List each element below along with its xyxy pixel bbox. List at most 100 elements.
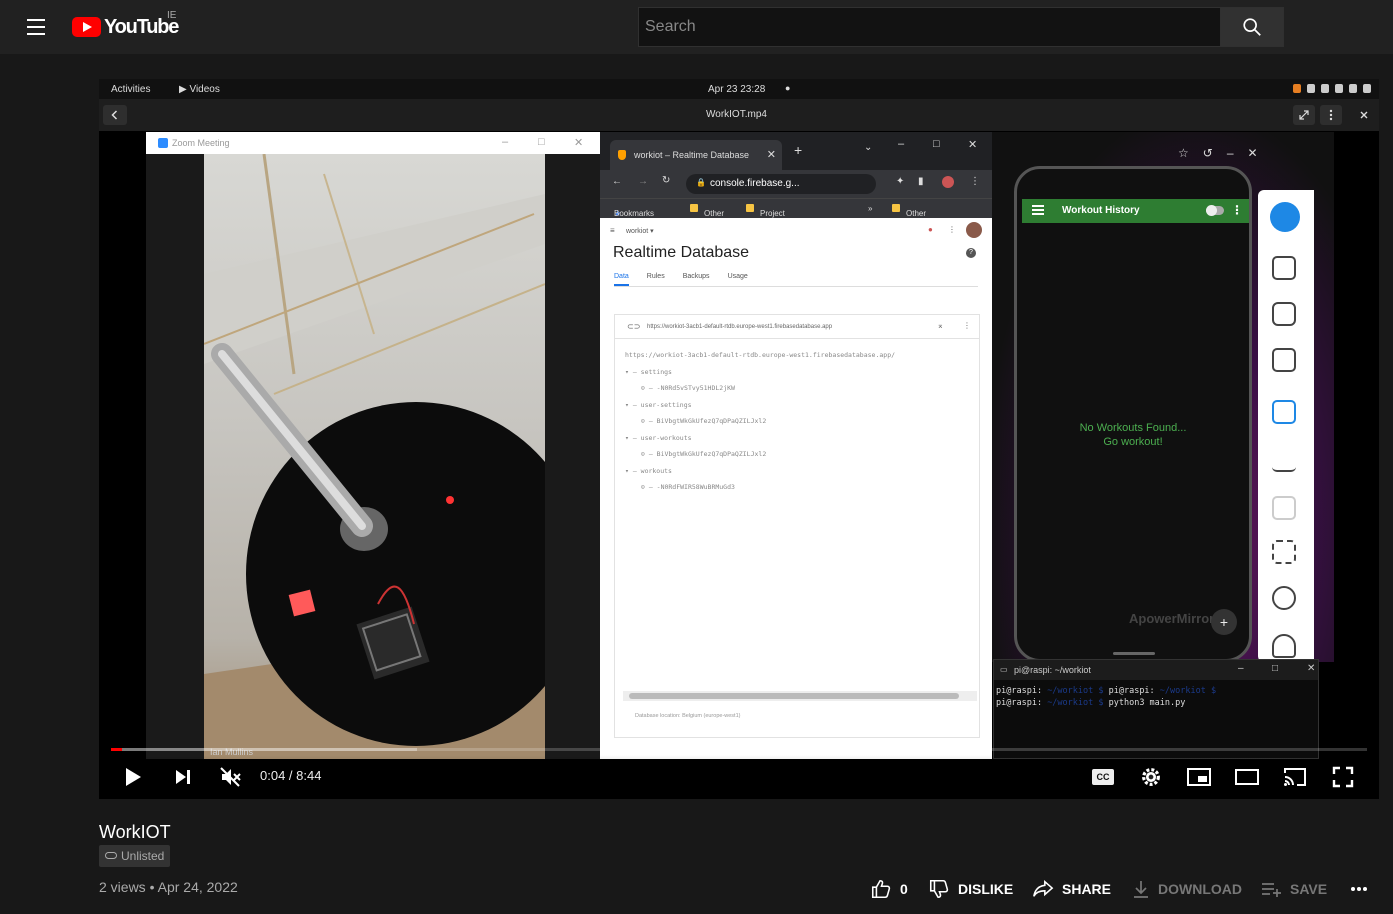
project-name: workiot ▾ <box>626 228 654 235</box>
search-button[interactable] <box>1220 7 1284 47</box>
reload-icon: ↻ <box>662 175 671 186</box>
search-input[interactable] <box>645 18 1220 36</box>
folder-icon <box>690 204 698 212</box>
tree-child-key: -N0Rd5vSTvy51HDL2jKW <box>656 384 735 392</box>
dislike-button[interactable]: DISLIKE <box>928 876 1013 902</box>
gear-icon <box>1142 768 1160 786</box>
close-icon <box>1353 105 1375 125</box>
tree-child: ⊙ — BiVbgtWkGkUfezQ7qDPaQZILJxl2 <box>641 417 767 425</box>
tab-close-icon: ✕ <box>766 149 776 161</box>
tab-backups: Backups <box>682 273 710 280</box>
youtube-logo[interactable]: YouTube <box>72 16 179 38</box>
bookmark-item: Other <box>690 204 724 218</box>
thumbs-up-icon <box>871 879 891 899</box>
back-icon <box>103 105 127 125</box>
miniplayer-icon <box>1187 768 1211 786</box>
address-bar: 🔒 console.firebase.g... <box>686 174 876 194</box>
captions-button[interactable]: CC <box>1085 761 1121 793</box>
tree-child-key: BiVbgtWkGkUfezQ7qDPaQZILJxl2 <box>656 417 767 425</box>
unlisted-badge: Unlisted <box>99 845 171 867</box>
more-actions-button[interactable] <box>1350 876 1368 902</box>
prompt: pi@raspi: <box>996 698 1043 708</box>
close-icon: ✕ <box>1307 663 1316 674</box>
meta-separator: • <box>149 879 155 895</box>
close-icon: ✕ <box>968 139 978 151</box>
brush-icon <box>1272 448 1296 472</box>
tree-child: ⊙ — -N0Rd5vSTvy51HDL2jKW <box>641 384 735 392</box>
database-tree: https://workiot-3acb1-default-rtdb.europ… <box>615 339 979 496</box>
wifi-icon <box>1307 84 1315 93</box>
screenshot-icon <box>1272 302 1296 326</box>
download-button[interactable]: DOWNLOAD <box>1132 876 1242 902</box>
zoom-title: Zoom Meeting <box>172 138 230 148</box>
settings-icon <box>1272 586 1296 610</box>
add-workout-fab: + <box>1211 609 1237 635</box>
bluetooth-icon <box>1321 84 1329 93</box>
record-icon <box>1272 348 1296 372</box>
prompt: pi@raspi: <box>996 686 1043 696</box>
desktop-top-bar: Activities ▶ Videos Apr 23 23:28 ● <box>99 79 1379 99</box>
more-icon: ⋮ <box>963 321 971 330</box>
divider <box>614 286 978 287</box>
miniplayer-button[interactable] <box>1181 761 1217 793</box>
progress-loaded <box>111 748 418 751</box>
link-icon <box>105 852 117 859</box>
drawer-menu-icon <box>1032 205 1044 215</box>
terminal-line: pi@raspi: ~/workiot $ python3 main.py <box>996 698 1186 708</box>
extensions-icon: ✦ <box>896 176 905 187</box>
command: python3 main.py <box>1108 698 1186 708</box>
tree-node: ▾ — settings <box>625 367 672 376</box>
fullscreen-button[interactable] <box>1325 761 1361 793</box>
tab-usage: Usage <box>727 273 748 280</box>
search-icon <box>1243 18 1261 36</box>
tree-key: settings <box>640 367 672 376</box>
menu-icon: ≡ <box>610 226 615 235</box>
video-player[interactable]: Activities ▶ Videos Apr 23 23:28 ● WorkI… <box>99 79 1379 799</box>
download-icon <box>1134 881 1148 898</box>
close-icon: ✕ <box>574 137 584 149</box>
battery-icon <box>1363 84 1371 93</box>
dislike-label: DISLIKE <box>958 881 1014 897</box>
terminal-titlebar: ▭ pi@raspi: ~/workiot – □ ✕ <box>994 660 1318 680</box>
zoom-window: Zoom Meeting – □ ✕ Ian Mullins <box>146 132 600 759</box>
settings-button[interactable] <box>1133 761 1169 793</box>
toggle-switch <box>1206 205 1224 216</box>
bookmark-label: Other <box>704 209 725 218</box>
expand-icon <box>1272 256 1296 280</box>
terminal-icon: ▭ <box>1000 665 1008 674</box>
save-button[interactable]: SAVE <box>1260 876 1327 902</box>
mirror-toolbar <box>1258 190 1314 662</box>
crop-icon <box>1272 540 1296 564</box>
next-button[interactable] <box>165 761 201 793</box>
like-button[interactable]: 0 <box>870 876 908 902</box>
visibility-label: Unlisted <box>121 849 165 863</box>
guide-menu-button[interactable] <box>20 15 52 39</box>
cast-button[interactable] <box>1277 761 1313 793</box>
playlist-add-icon <box>1262 883 1281 897</box>
page-title: Realtime Database <box>613 244 750 261</box>
theater-mode-button[interactable] <box>1229 761 1265 793</box>
maximize-icon: □ <box>1272 663 1279 674</box>
like-count: 0 <box>900 881 908 897</box>
firebase-console: ≡ workiot ▾ ● ⋮ Realtime Database ? Data… <box>600 218 992 759</box>
prompt: pi@raspi: <box>1108 686 1155 696</box>
phone-status-bar <box>1017 169 1249 189</box>
terminal-output: pi@raspi: ~/workiot $ pi@raspi: ~/workio… <box>994 680 1318 709</box>
app-title: Workout History <box>1062 205 1140 216</box>
system-tray <box>1293 84 1371 93</box>
user-avatar-icon <box>1270 202 1300 232</box>
desktop-clock: Apr 23 23:28 <box>708 84 766 95</box>
phone-mirror-window: ☆ ↺ – ✕ Workout History ⋮ No Workouts Fo… <box>992 132 1334 662</box>
folder-icon <box>892 204 900 212</box>
bookmark-item: Project <box>746 204 785 218</box>
menu-line <box>27 19 45 21</box>
mute-button[interactable] <box>212 761 248 793</box>
cast-icon <box>1284 768 1306 786</box>
play-button[interactable] <box>115 761 151 793</box>
tree-key: user-workouts <box>640 433 692 442</box>
maximize-icon: □ <box>538 136 545 148</box>
bell-icon: ● <box>928 225 933 234</box>
share-button[interactable]: SHARE <box>1032 876 1111 902</box>
progress-bar[interactable] <box>111 748 1367 751</box>
upload-date: Apr 24, 2022 <box>157 879 238 895</box>
